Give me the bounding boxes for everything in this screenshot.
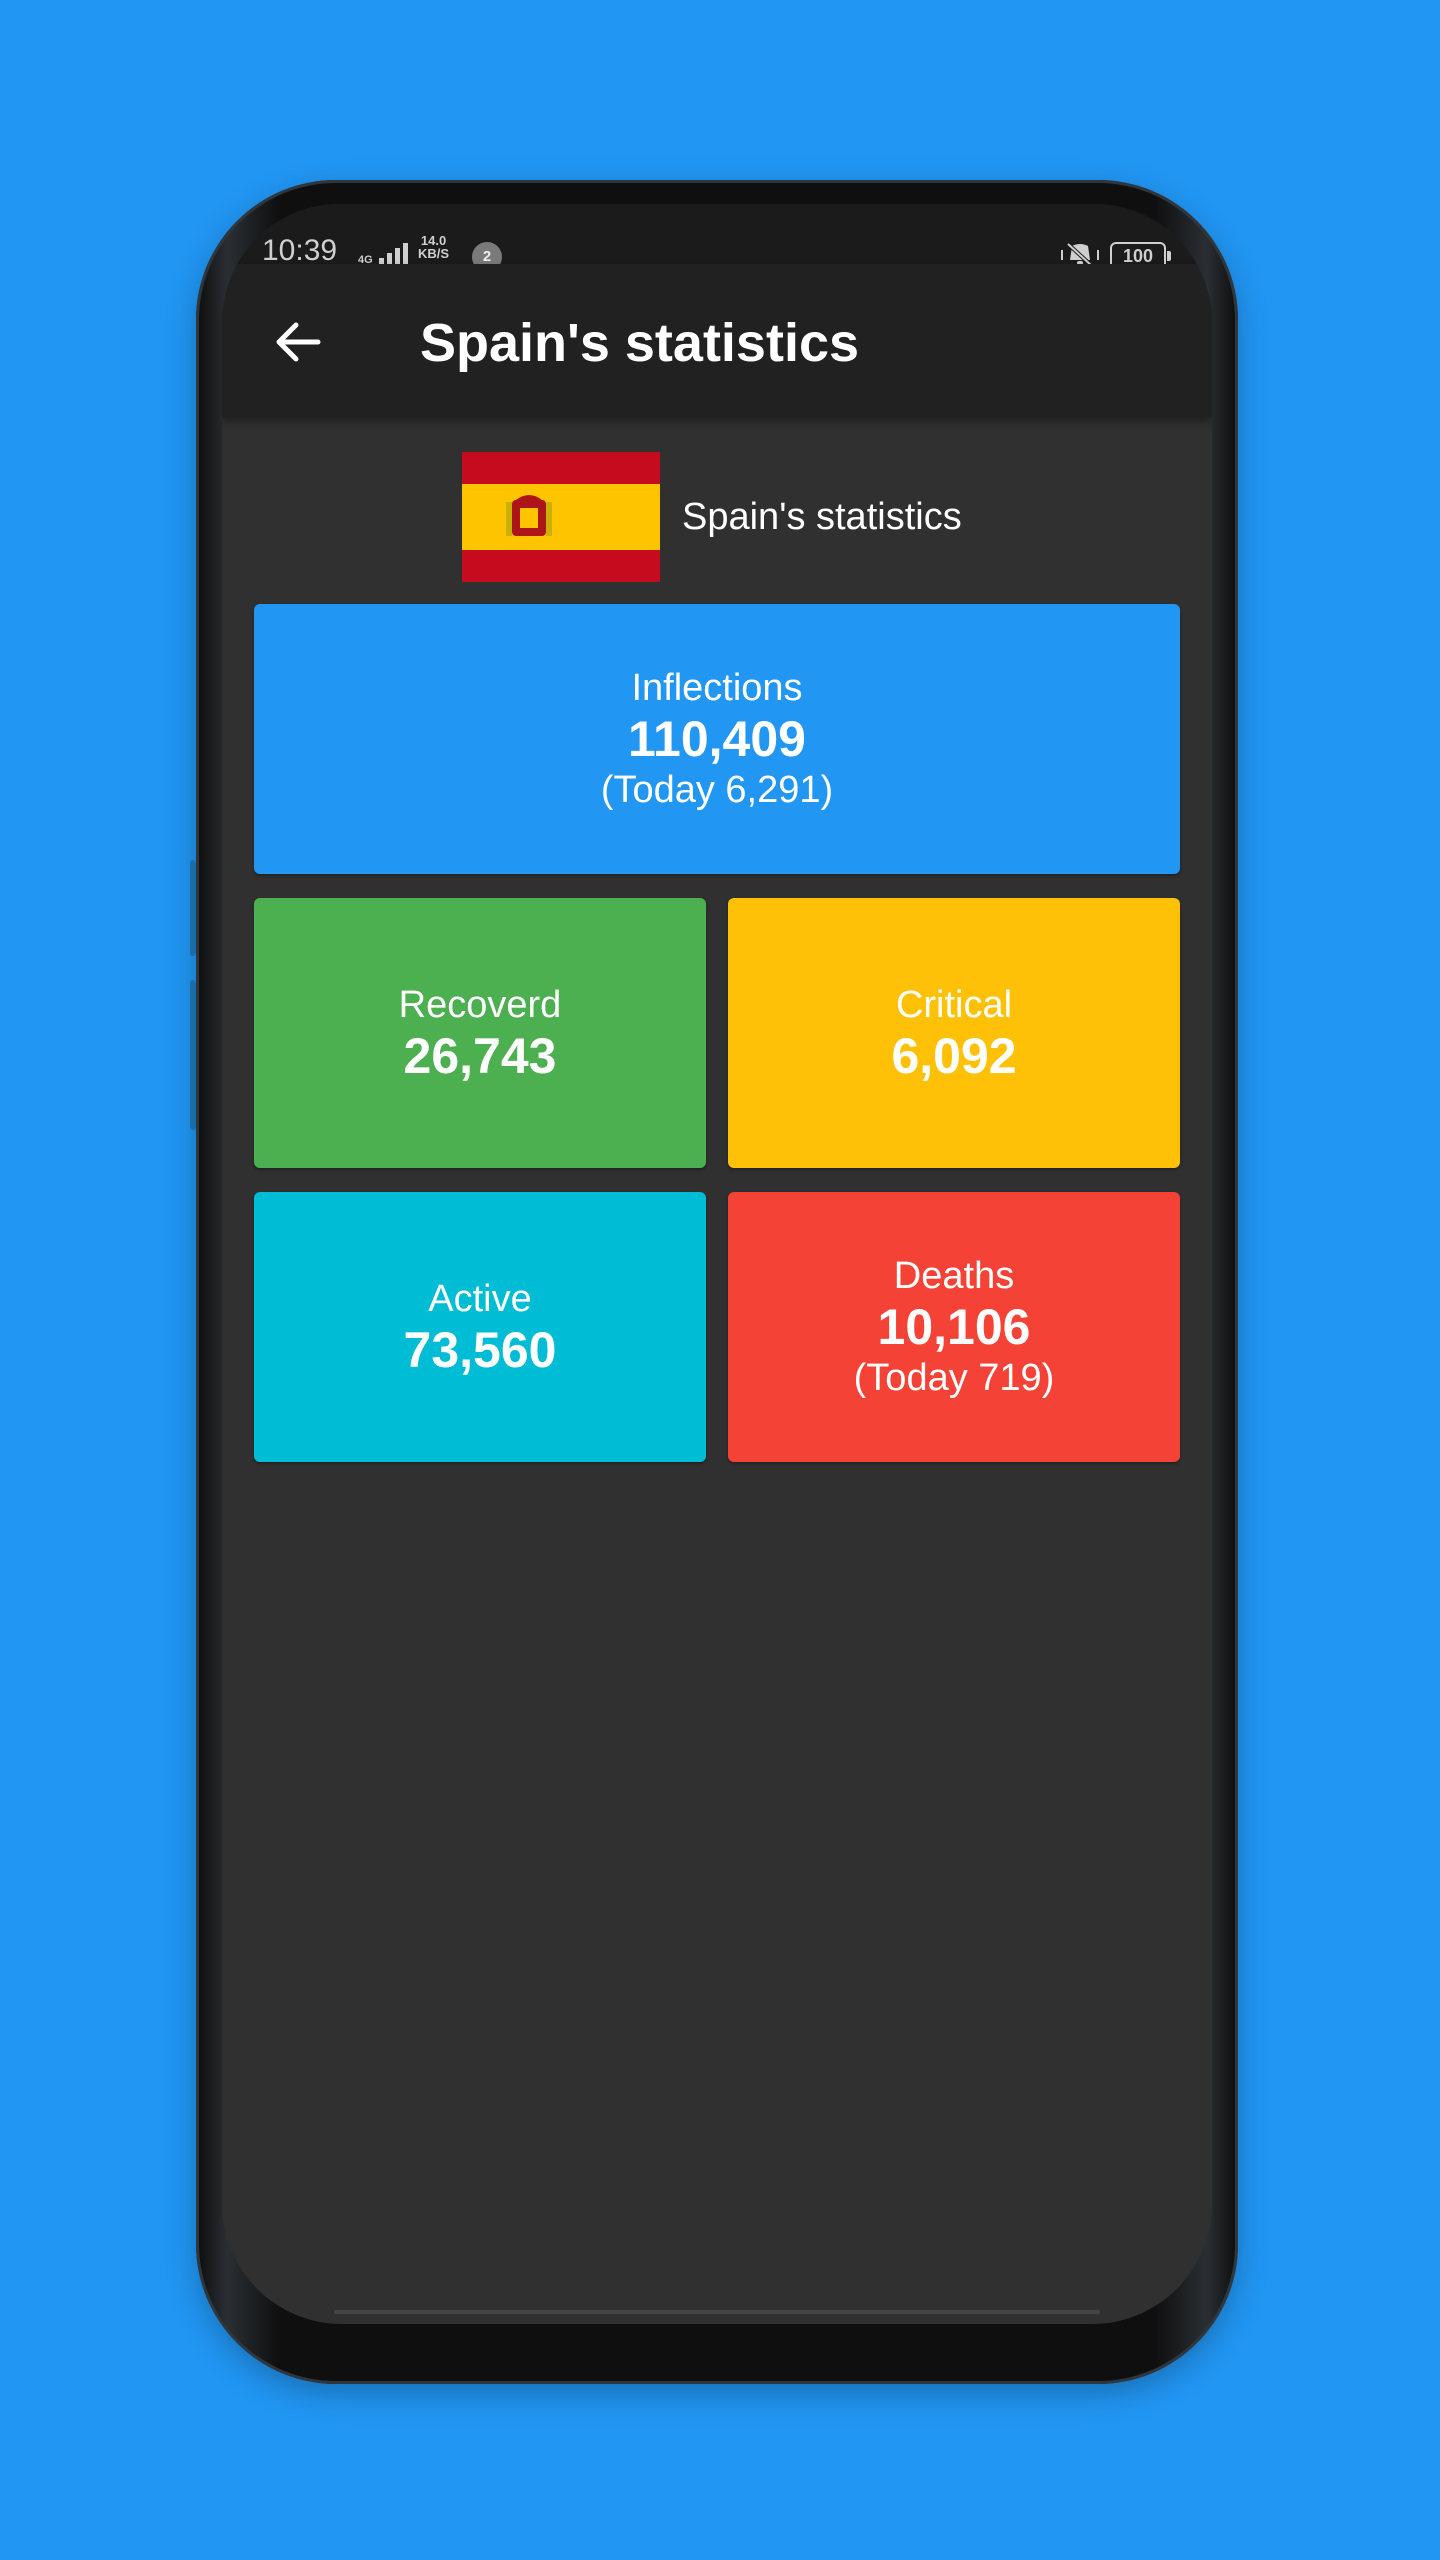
critical-value: 6,092	[891, 1028, 1017, 1084]
recovered-card: Recoverd 26,743	[254, 898, 706, 1168]
active-value: 73,560	[403, 1322, 557, 1378]
home-indicator[interactable]	[334, 2310, 1100, 2314]
spain-flag-icon	[462, 452, 660, 582]
deaths-value: 10,106	[877, 1299, 1031, 1355]
active-label: Active	[428, 1278, 532, 1320]
status-bar: 10:39 4G 14.0 KB/S 2 100	[222, 204, 1212, 272]
country-label: Spain's statistics	[682, 496, 962, 538]
infections-value: 110,409	[628, 711, 806, 767]
app-bar: Spain's statistics	[222, 264, 1212, 418]
deaths-label: Deaths	[893, 1255, 1015, 1297]
deaths-today: (Today 719)	[853, 1357, 1055, 1399]
infections-card: Inflections 110,409 (Today 6,291)	[254, 604, 1180, 874]
critical-label: Critical	[895, 984, 1013, 1026]
status-time: 10:39	[262, 234, 338, 267]
infections-label: Inflections	[631, 667, 803, 709]
arrow-left-icon	[276, 322, 321, 362]
recovered-value: 26,743	[403, 1028, 557, 1084]
network-speed: 14.0 KB/S	[418, 234, 449, 260]
signal-icon: 4G	[358, 236, 408, 266]
page-title: Spain's statistics	[420, 313, 860, 373]
phone-frame: 10:39 4G 14.0 KB/S 2 100 Spain's statist…	[190, 180, 1238, 2384]
country-header: Spain's statistics	[222, 452, 1212, 582]
side-button	[190, 860, 196, 956]
back-button[interactable]	[262, 306, 334, 378]
recovered-label: Recoverd	[398, 984, 562, 1026]
speed-unit: KB/S	[418, 246, 450, 261]
screen: 10:39 4G 14.0 KB/S 2 100 Spain's statist…	[222, 204, 1212, 2324]
active-card: Active 73,560	[254, 1192, 706, 1462]
side-button	[190, 980, 196, 1130]
infections-today: (Today 6,291)	[600, 769, 834, 811]
critical-card: Critical 6,092	[728, 898, 1180, 1168]
deaths-card: Deaths 10,106 (Today 719)	[728, 1192, 1180, 1462]
